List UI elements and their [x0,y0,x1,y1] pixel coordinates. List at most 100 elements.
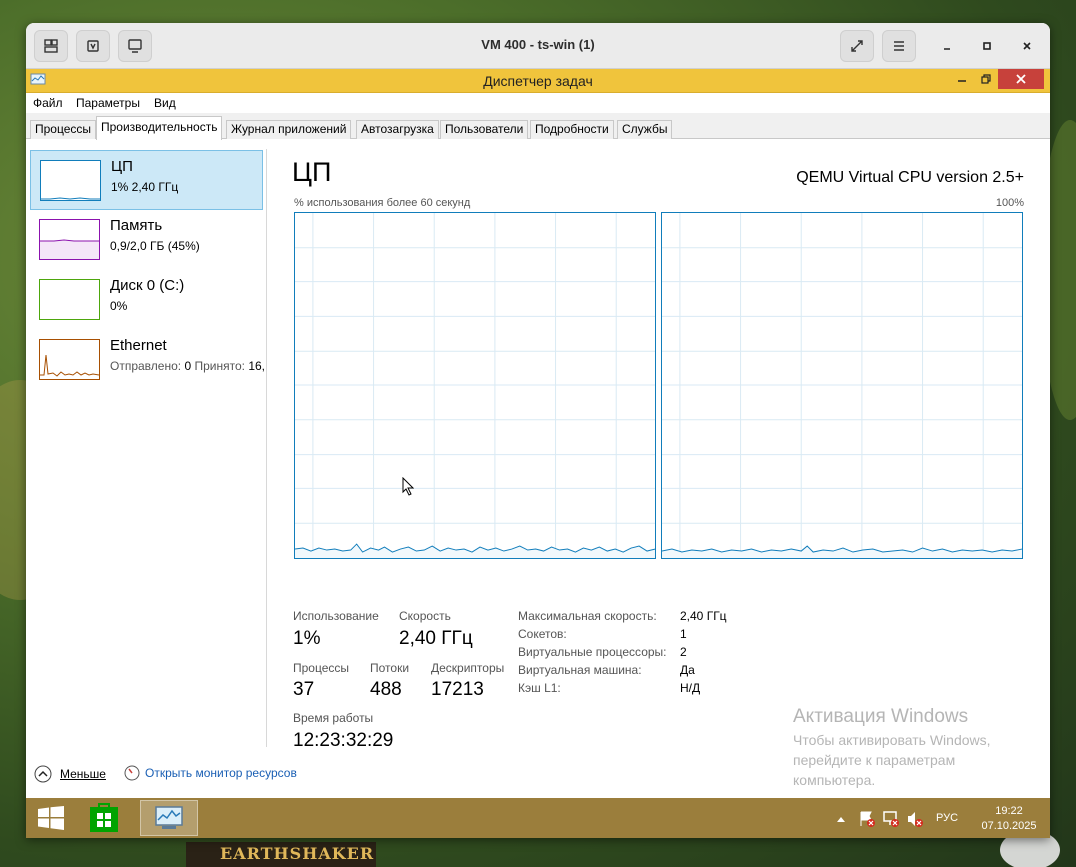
usage-value: 1% [293,628,321,649]
usage-area [295,544,655,558]
vm-maximize-button[interactable] [976,35,998,57]
menu-file[interactable]: Файл [33,96,63,110]
speaker-muted-icon [908,812,923,827]
cpu-core-0-graph [294,212,656,559]
vm-close-button[interactable] [1016,35,1038,57]
menu-options[interactable]: Параметры [76,96,140,110]
menu-icon [894,41,904,51]
spec-max-speed-value: 2,40 ГГц [680,609,727,623]
menu-bar: Файл Параметры Вид [26,93,1050,113]
task-manager-title: Диспетчер задач [483,73,593,89]
action-center-tray-icon[interactable] [858,810,876,828]
spec-l1-value: Н/Д [680,681,701,695]
usb-button[interactable] [76,30,110,62]
tm-restore-button[interactable] [976,69,996,89]
sidebar-item-value: 1% 2,40 ГГц [111,180,179,194]
vm-minimize-button[interactable] [936,35,958,57]
disk-thumbnail-graph [39,279,100,320]
threads-label: Потоки [370,661,410,675]
memory-thumbnail-graph [39,219,100,260]
menu-view[interactable]: Вид [154,96,176,110]
graph-max-label: 100% [995,197,1024,209]
monitor-button[interactable] [118,30,152,62]
graph-caption: % использования более 60 секунд [294,197,471,209]
fewer-details-button[interactable]: Меньше [34,765,106,783]
activation-line: Чтобы активировать Windows, [793,732,991,748]
fullscreen-button[interactable] [840,30,874,62]
chevron-up-icon [837,817,845,822]
fewer-details-label: Меньше [60,767,106,781]
task-manager-icon [155,806,183,829]
task-manager-titlebar: Диспетчер задач [26,69,1050,93]
processes-value: 37 [293,679,315,700]
menu-button[interactable] [882,30,916,62]
tab-details[interactable]: Подробности [530,120,614,139]
sidebar-item-cpu[interactable]: ЦП 1% 2,40 ГГц [30,150,263,210]
ethernet-recv-label: Принято: [194,359,245,373]
start-button[interactable] [32,801,70,835]
network-tray-icon[interactable] [882,810,900,828]
task-manager-taskbar-button[interactable] [140,800,198,836]
handles-label: Дескрипторы [431,661,505,675]
clock-date: 07.10.2025 [981,820,1037,832]
minimize-icon [944,48,950,50]
tab-services[interactable]: Службы [617,120,673,139]
ethernet-recv-value: 16,0 [248,359,264,373]
sidebar-item-disk[interactable]: Диск 0 (C:) 0% [30,270,263,330]
sidebar-item-memory[interactable]: Память 0,9/2,0 ГБ (45%) [30,210,263,270]
spec-l1-label: Кэш L1: [518,681,561,695]
ethernet-sent-value: 0 [184,359,192,373]
sidebar-item-value: Отправлено: 0 Принято: 16,0 [110,359,264,373]
input-language-indicator[interactable]: РУС [936,812,958,824]
windows-logo-icon [38,806,64,830]
display-icon [44,39,58,53]
clock[interactable]: 19:22 07.10.2025 [978,804,1040,834]
cpu-core-1-graph [661,212,1023,559]
clock-time: 19:22 [995,805,1023,817]
tab-users[interactable]: Пользователи [440,120,529,139]
sidebar-item-label: ЦП [111,158,133,175]
vm-window-title: VM 400 - ts-win (1) [481,37,595,52]
ethernet-sent-label: Отправлено: [110,359,182,373]
show-hidden-icons-button[interactable] [832,810,850,828]
threads-value: 488 [370,679,402,700]
tm-minimize-button[interactable] [952,69,972,89]
monitor-icon [128,39,142,53]
maximize-icon [983,42,991,50]
fullscreen-icon [851,40,863,52]
tab-processes[interactable]: Процессы [30,120,97,139]
sidebar-item-ethernet[interactable]: Ethernet Отправлено: 0 Принято: 16,0 [30,330,264,390]
uptime-value: 12:23:32:29 [293,730,394,751]
resource-monitor-icon [124,765,140,781]
spec-sockets-value: 1 [680,627,687,641]
page-title: ЦП [292,157,332,187]
spec-vm-value: Да [680,663,695,677]
sidebar-item-label: Память [110,217,163,234]
game-hero-name: EARTHSHAKER [220,844,375,863]
display-button[interactable] [34,30,68,62]
sidebar-item-label: Ethernet [110,337,167,354]
activation-line: компьютера. [793,772,876,788]
tm-close-button[interactable] [998,69,1044,89]
volume-tray-icon[interactable] [906,810,924,828]
resource-monitor-label: Открыть монитор ресурсов [145,766,297,780]
open-resource-monitor-link[interactable]: Открыть монитор ресурсов [124,765,297,781]
taskbar: РУС 19:22 07.10.2025 [26,798,1050,838]
activation-line: перейдите к параметрам [793,752,956,768]
usb-icon [87,40,99,52]
cpu-thumbnail-graph [40,160,101,201]
spec-vcpus-value: 2 [680,645,687,659]
sidebar-item-value: 0,9/2,0 ГБ (45%) [110,239,200,253]
processes-label: Процессы [293,661,350,675]
sidebar-divider [266,149,267,747]
task-manager-window: Диспетчер задач Файл Параметры Вид Проце… [26,69,1050,798]
tab-app-history[interactable]: Журнал приложений [226,120,352,139]
store-taskbar-button[interactable] [84,801,124,835]
tab-startup[interactable]: Автозагрузка [356,120,439,139]
close-icon [1016,74,1026,84]
uptime-label: Время работы [293,711,374,725]
tab-performance[interactable]: Производительность [96,116,223,140]
spec-sockets-label: Сокетов: [518,627,567,641]
close-icon [1023,42,1031,50]
spec-vm-label: Виртуальная машина: [518,663,642,677]
